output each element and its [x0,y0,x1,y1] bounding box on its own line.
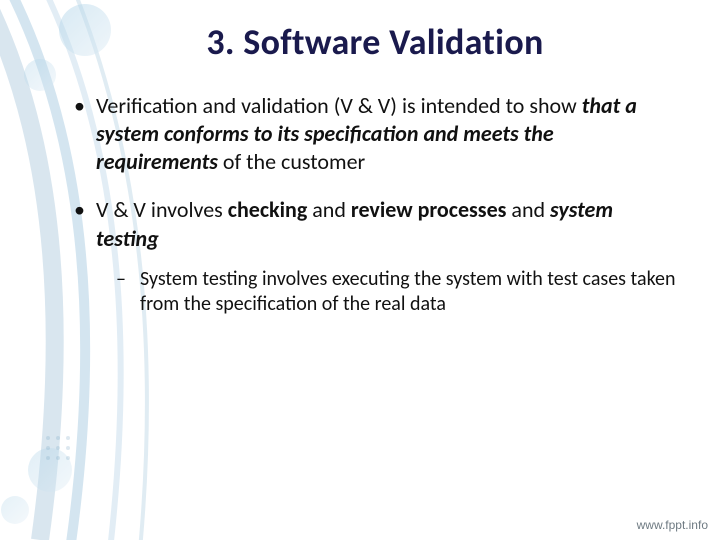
footer-link: www.fppt.info [637,518,708,532]
sub-bullet-list: System testing involves executing the sy… [116,267,680,318]
bullet-item: Verification and validation (V & V) is i… [70,92,680,176]
slide-title: 3. Software Validation [70,20,680,64]
slide: 3. Software Validation Verification and … [0,0,720,540]
bullet-item: V & V involves checking and review proce… [70,196,680,318]
bullet-list: Verification and validation (V & V) is i… [70,92,680,318]
sub-bullet-item: System testing involves executing the sy… [116,267,680,318]
